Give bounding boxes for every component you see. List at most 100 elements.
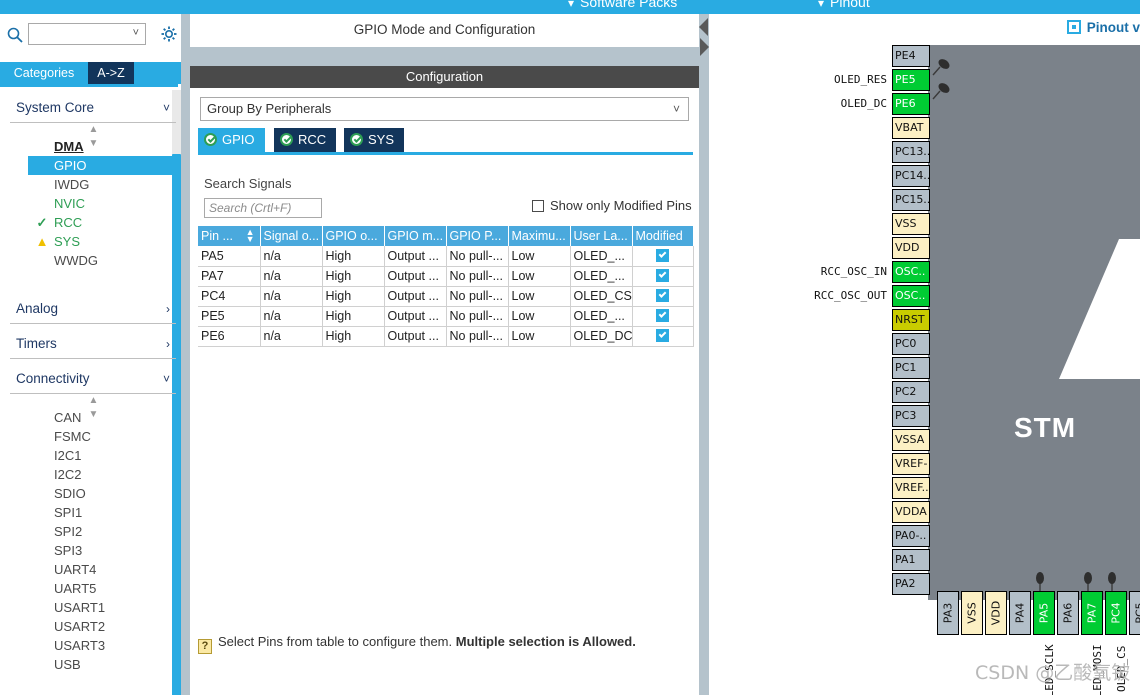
cell-modified[interactable] [632,286,694,307]
col-header-gpio-output[interactable]: GPIO o... [322,226,385,246]
tab-sys[interactable]: SYS [344,128,405,152]
sidebar-item-spi2[interactable]: SPI2 [10,522,176,541]
pin-pc13[interactable]: PC13.. [892,141,930,163]
sidebar-item-gpio[interactable]: GPIO [28,156,186,175]
pin-pc0[interactable]: PC0 [892,333,930,355]
pin-vss[interactable]: VSS [892,213,930,235]
cell-modified[interactable] [632,326,694,347]
sidebar-item-spi1[interactable]: SPI1 [10,503,176,522]
pin-pc2[interactable]: PC2 [892,381,930,403]
sidebar-group-header-analog[interactable]: Analog › [10,298,176,324]
help-icon[interactable]: ? [198,639,212,654]
col-header-pin[interactable]: Pin ... ▲ ▼ [198,226,261,246]
pin-vssa[interactable]: VSSA [892,429,930,451]
sidebar-item-uart5[interactable]: UART5 [10,579,176,598]
cell-modified[interactable] [632,246,694,267]
pinout-view-tab[interactable]: Pinout v [1066,20,1140,48]
table-row[interactable]: PA7 n/a High Output ... No pull-... Low … [198,266,694,287]
col-header-maximum[interactable]: Maximu... [508,226,571,246]
cell-modified[interactable] [632,266,694,287]
chip-part-label: STM [1014,412,1077,443]
pin-pc1[interactable]: PC1 [892,357,930,379]
pin-osc-out[interactable]: OSC.. [892,285,930,307]
splitter-collapse-left-icon[interactable] [699,18,708,36]
sidebar-item-usart1[interactable]: USART1 [10,598,176,617]
splitter-expand-right-icon[interactable] [700,38,709,56]
search-signals-input[interactable]: Search (Crtl+F) [204,198,322,218]
pin-pe6[interactable]: PE6 [892,93,930,115]
pin-vdd-bottom[interactable]: VDD [985,591,1007,635]
pin-pa5-bottom[interactable]: PA5 [1033,591,1055,635]
sidebar-item-usb[interactable]: USB [10,655,176,674]
sidebar-item-rcc[interactable]: ✓ RCC [10,213,176,232]
pin-pa0[interactable]: PA0-.. [892,525,930,547]
sidebar-item-usart2[interactable]: USART2 [10,617,176,636]
pin-pe4[interactable]: PE4 [892,45,930,67]
pin-pa6[interactable]: PA6 [1057,591,1079,635]
sidebar-scroll-spinner-conn[interactable]: ▲ ▼ [10,394,176,420]
pin-pc15[interactable]: PC15.. [892,189,930,211]
sidebar-group-header-timers[interactable]: Timers › [10,333,176,359]
sidebar-scroll-spinner-up[interactable]: ▲ ▼ [10,123,176,149]
cell-signal: n/a [260,246,323,267]
cell-modified[interactable] [632,306,694,327]
pin-nrst[interactable]: NRST [892,309,930,331]
sidebar-tab-a-to-z[interactable]: A->Z [88,62,134,84]
sidebar-item-uart4[interactable]: UART4 [10,560,176,579]
pin-pc3[interactable]: PC3 [892,405,930,427]
show-only-modified-pins-checkbox[interactable]: Show only Modified Pins [532,198,692,218]
sidebar-item-i2c1[interactable]: I2C1 [10,446,176,465]
sidebar-tab-categories[interactable]: Categories [2,62,86,84]
pin-pa2[interactable]: PA2 [892,573,930,595]
tab-gpio[interactable]: GPIO [198,128,265,152]
pin-pa4[interactable]: PA4 [1009,591,1031,635]
tab-rcc[interactable]: RCC [274,128,337,152]
col-header-gpio-pull[interactable]: GPIO P... [446,226,509,246]
sidebar-item-i2c2[interactable]: I2C2 [10,465,176,484]
sidebar-item-nvic[interactable]: NVIC [10,194,176,213]
splitter-right[interactable] [699,14,709,695]
table-row[interactable]: PE5 n/a High Output ... No pull-... Low … [198,306,694,327]
sidebar-item-wwdg[interactable]: WWDG [10,251,176,270]
group-by-select[interactable]: Group By Peripherals ˅ [200,97,689,121]
cell-gpio-mode: Output ... [384,306,447,327]
col-header-gpio-mode[interactable]: GPIO m... [384,226,447,246]
col-header-modified[interactable]: Modified [632,226,693,246]
pin-vbat[interactable]: VBAT [892,117,930,139]
pin-osc-in[interactable]: OSC.. [892,261,930,283]
pin-pa1[interactable]: PA1 [892,549,930,571]
sidebar-item-sdio[interactable]: SDIO [10,484,176,503]
sidebar-search-input[interactable]: ˅ [28,23,146,45]
menu-item-pinout[interactable]: ▾ Pinout [818,0,870,10]
pin-vdd[interactable]: VDD [892,237,930,259]
pin-vss-bottom[interactable]: VSS [961,591,983,635]
pin-pc14[interactable]: PC14.. [892,165,930,187]
cell-user-label: OLED_DC [570,326,633,347]
sidebar-item-dma[interactable]: DMA [10,137,176,156]
pin-pe5[interactable]: PE5 [892,69,930,91]
sidebar-item-usart3[interactable]: USART3 [10,636,176,655]
pin-pc5[interactable]: PC5 [1129,591,1140,635]
pin-vdda[interactable]: VDDA [892,501,930,523]
pin-pc4-bottom[interactable]: PC4 [1105,591,1127,635]
col-header-signal[interactable]: Signal o... [260,226,323,246]
pin-vref-plus[interactable]: VREF.. [892,477,930,499]
gear-icon[interactable] [160,25,178,43]
pin-pa3[interactable]: PA3 [937,591,959,635]
sidebar-item-sys[interactable]: ▲ SYS [10,232,176,251]
table-row[interactable]: PC4 n/a High Output ... No pull-... Low … [198,286,694,307]
sidebar-item-spi3[interactable]: SPI3 [10,541,176,560]
cell-maximum: Low [508,246,571,267]
pin-pa7-bottom[interactable]: PA7 [1081,591,1103,635]
splitter-left[interactable] [181,14,190,695]
table-row[interactable]: PE6 n/a High Output ... No pull-... Low … [198,326,694,347]
sidebar-group-header-system-core[interactable]: System Core ˅ [10,97,176,123]
sidebar-item-can[interactable]: CAN [10,408,176,427]
sidebar-item-iwdg[interactable]: IWDG [10,175,176,194]
col-header-user-label[interactable]: User La... [570,226,633,246]
menu-item-software-packs[interactable]: ▾ Software Packs [568,0,677,10]
table-row[interactable]: PA5 n/a High Output ... No pull-... Low … [198,246,694,267]
pin-vref-minus[interactable]: VREF- [892,453,930,475]
sidebar-group-header-connectivity[interactable]: Connectivity ˅ [10,368,176,394]
sidebar-item-fsmc[interactable]: FSMC [10,427,176,446]
